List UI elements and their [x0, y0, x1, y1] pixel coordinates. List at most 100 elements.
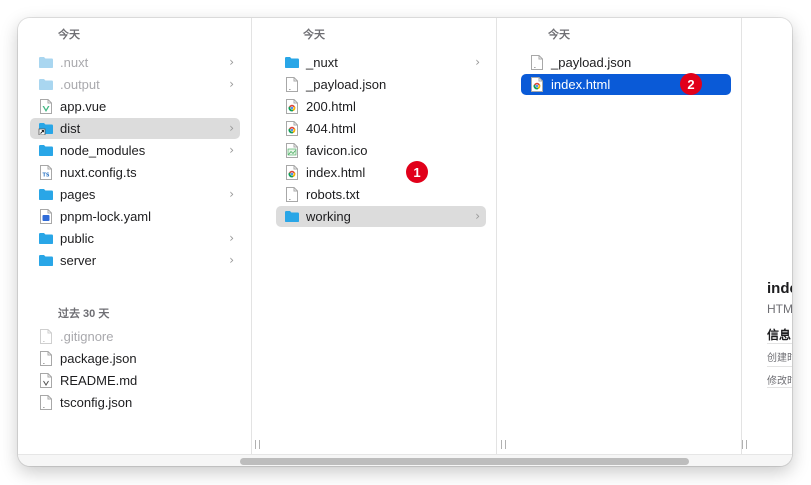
item-name: _payload.json — [551, 55, 632, 70]
file-file-icon — [40, 351, 52, 366]
html-file-icon — [531, 77, 543, 92]
folder-alias-icon — [38, 122, 54, 135]
vue-file-icon — [40, 99, 52, 114]
chevron-right-icon: › — [229, 121, 234, 135]
item-name: index.html — [306, 165, 366, 180]
column-3[interactable]: 今天 _payload.json index.html || — [512, 18, 748, 454]
preview-file-title: inde — [767, 280, 792, 297]
html-file-icon — [286, 121, 298, 136]
file-row-payload-json[interactable]: _payload.json — [521, 52, 731, 73]
file-row-app-vue[interactable]: app.vue — [30, 96, 240, 117]
preview-modified-label: 修改时 — [767, 376, 792, 387]
item-name: nuxt.config.ts — [60, 165, 137, 180]
folder-row-server[interactable]: server › — [30, 250, 240, 271]
item-name: README.md — [60, 373, 138, 388]
chevron-right-icon: › — [229, 187, 234, 201]
item-name: public — [60, 231, 94, 246]
ts-file-icon: TS — [40, 165, 52, 180]
yaml-file-icon — [40, 209, 52, 224]
item-name: pnpm-lock.yaml — [60, 209, 152, 224]
folder-row-output[interactable]: .output › — [30, 74, 240, 95]
preview-created-label: 创建时 — [767, 353, 792, 364]
chevron-right-icon: › — [475, 209, 480, 223]
file-row-index-html[interactable]: index.html — [276, 162, 486, 183]
item-name: pages — [60, 187, 96, 202]
folder-row-working[interactable]: working › — [276, 206, 486, 227]
section-header-today: 今天 — [58, 29, 80, 41]
folder-icon — [38, 56, 54, 69]
item-name: index.html — [551, 77, 611, 92]
file-row-404-html[interactable]: 404.html — [276, 118, 486, 139]
folder-row-public[interactable]: public › — [30, 228, 240, 249]
item-name: 404.html — [306, 121, 356, 136]
item-name: tsconfig.json — [60, 395, 133, 410]
file-row-payload-json[interactable]: _payload.json — [276, 74, 486, 95]
file-row-favicon-ico[interactable]: favicon.ico — [276, 140, 486, 161]
chevron-right-icon: › — [229, 77, 234, 91]
folder-icon — [38, 232, 54, 245]
chevron-right-icon: › — [475, 55, 480, 69]
folder-icon — [284, 210, 300, 223]
folder-icon — [284, 56, 300, 69]
folder-row-pages[interactable]: pages › — [30, 184, 240, 205]
section-header-today: 今天 — [548, 29, 570, 41]
column-divider — [251, 18, 252, 454]
folder-icon — [38, 78, 54, 91]
file-row-tsconfig-json[interactable]: tsconfig.json — [30, 392, 240, 413]
item-name: .nuxt — [60, 55, 89, 70]
file-row-nuxt-config-ts[interactable]: TS nuxt.config.ts — [30, 162, 240, 183]
folder-icon — [38, 188, 54, 201]
svg-text:TS: TS — [42, 173, 49, 179]
file-file-icon — [40, 329, 52, 344]
chevron-right-icon: › — [229, 253, 234, 267]
item-name: _nuxt — [306, 55, 338, 70]
folder-icon — [38, 254, 54, 267]
item-name: package.json — [60, 351, 137, 366]
folder-row-nuxt[interactable]: _nuxt › — [276, 52, 486, 73]
item-name: node_modules — [60, 143, 146, 158]
md-file-icon — [40, 373, 52, 388]
chevron-right-icon: › — [229, 143, 234, 157]
file-file-icon — [531, 55, 543, 70]
file-row-gitignore[interactable]: .gitignore — [30, 326, 240, 347]
item-name: working — [306, 209, 351, 224]
file-file-icon — [40, 395, 52, 410]
column-resize-grip[interactable]: || — [254, 440, 262, 450]
preview-info-heading: 信息 — [767, 328, 792, 342]
folder-row-nuxt[interactable]: .nuxt › — [30, 52, 240, 73]
file-row-package-json[interactable]: package.json — [30, 348, 240, 369]
preview-divider — [767, 366, 792, 367]
section-header-today: 今天 — [303, 29, 325, 41]
chevron-right-icon: › — [229, 231, 234, 245]
file-row-pnpm-lock-yaml[interactable]: pnpm-lock.yaml — [30, 206, 240, 227]
column-divider — [741, 18, 742, 454]
preview-file-kind: HTM — [767, 302, 792, 316]
column-2[interactable]: 今天 _nuxt › _payload.json 200.html 404.html fa… — [267, 18, 507, 454]
preview-divider — [767, 387, 792, 388]
column-1[interactable]: 今天 .nuxt › .output › app.vue dist › node_module… — [18, 18, 261, 454]
file-row-robots-txt[interactable]: robots.txt — [276, 184, 486, 205]
file-file-icon — [286, 187, 298, 202]
chevron-right-icon: › — [229, 55, 234, 69]
item-name: dist — [60, 121, 81, 136]
column-resize-grip[interactable]: || — [741, 440, 749, 450]
preview-pane: inde HTM 信息 创建时 修改时 — [755, 18, 792, 454]
section-header-past-30-days: 过去 30 天 — [58, 308, 110, 320]
column-divider — [496, 18, 497, 454]
item-name: robots.txt — [306, 187, 360, 202]
file-row-readme-md[interactable]: README.md — [30, 370, 240, 391]
horizontal-scrollbar-thumb[interactable] — [240, 458, 689, 465]
item-name: 200.html — [306, 99, 356, 114]
annotation-badge-2: 2 — [680, 73, 702, 95]
file-row-200-html[interactable]: 200.html — [276, 96, 486, 117]
folder-row-dist[interactable]: dist › — [30, 118, 240, 139]
column-resize-grip[interactable]: || — [500, 440, 508, 450]
item-name: app.vue — [60, 99, 107, 114]
item-name: _payload.json — [306, 77, 387, 92]
horizontal-scrollbar[interactable] — [18, 454, 792, 466]
item-name: server — [60, 253, 97, 268]
item-name: .gitignore — [60, 329, 114, 344]
file-file-icon — [286, 77, 298, 92]
html-file-icon — [286, 99, 298, 114]
folder-row-node-modules[interactable]: node_modules › — [30, 140, 240, 161]
